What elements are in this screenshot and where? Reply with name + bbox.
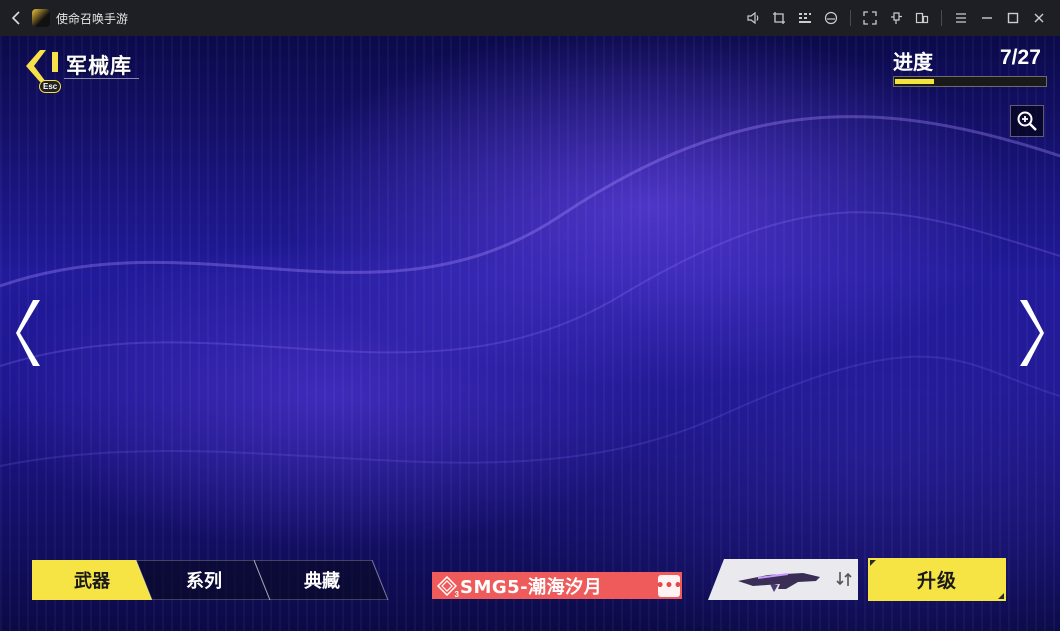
window-titlebar: 使命召唤手游 [0, 0, 1060, 36]
keyboard-icon[interactable] [792, 0, 818, 36]
minimize-icon[interactable] [974, 0, 1000, 36]
tab-weapons[interactable]: 武器 [32, 560, 152, 600]
rarity-tier: 3 [454, 589, 459, 599]
tab-label: 典藏 [304, 571, 340, 592]
zoom-in-icon [1017, 111, 1037, 131]
armory-viewport: Esc 军械库 进度 7/27 武器 系列 典藏 3 SMG5-潮海汐月 •••… [0, 36, 1060, 631]
progress-bar [893, 76, 1047, 87]
chevron-right-icon [1020, 300, 1044, 366]
fullscreen-icon[interactable] [857, 0, 883, 36]
weapon-name-bar[interactable]: 3 SMG5-潮海汐月 ••• [432, 572, 682, 599]
back-button[interactable]: Esc [24, 46, 64, 93]
background-pattern [0, 36, 1060, 631]
rarity-emblem-icon: 3 [436, 575, 459, 599]
crop-icon[interactable] [766, 0, 792, 36]
window-title: 使命召唤手游 [56, 11, 129, 26]
multi-window-icon[interactable] [909, 0, 935, 36]
swap-icon[interactable] [836, 570, 852, 588]
tab-collection[interactable]: 典藏 [254, 560, 390, 600]
tab-label: 系列 [186, 571, 222, 592]
weapon-name: SMG5-潮海汐月 [460, 576, 603, 598]
progress-label: 进度 [893, 50, 933, 74]
close-icon[interactable] [1026, 0, 1052, 36]
zoom-button[interactable] [1010, 105, 1044, 137]
chevron-left-icon [16, 300, 40, 366]
category-tabs: 武器 系列 典藏 [32, 560, 392, 600]
prev-arrow-button[interactable] [16, 298, 42, 368]
progress-value: 7/27 [1000, 46, 1041, 69]
upgrade-label: 升级 [916, 570, 957, 592]
more-options-button[interactable]: ••• [656, 574, 682, 597]
app-logo-icon [32, 9, 50, 27]
next-arrow-button[interactable] [1018, 298, 1044, 368]
maximize-icon[interactable] [1000, 0, 1026, 36]
back-chevron-icon[interactable] [6, 0, 26, 36]
background-wave [0, 115, 1060, 467]
pin-icon[interactable] [883, 0, 909, 36]
gamepad-icon[interactable] [818, 0, 844, 36]
menu-icon[interactable] [948, 0, 974, 36]
progress-bar-fill [895, 79, 934, 84]
tab-label: 武器 [74, 571, 110, 592]
tab-series[interactable]: 系列 [136, 560, 272, 600]
page-title: 军械库 [66, 54, 132, 78]
esc-hint: Esc [39, 80, 62, 93]
volume-icon[interactable] [740, 0, 766, 36]
upgrade-button[interactable]: 升级 [868, 558, 1006, 601]
